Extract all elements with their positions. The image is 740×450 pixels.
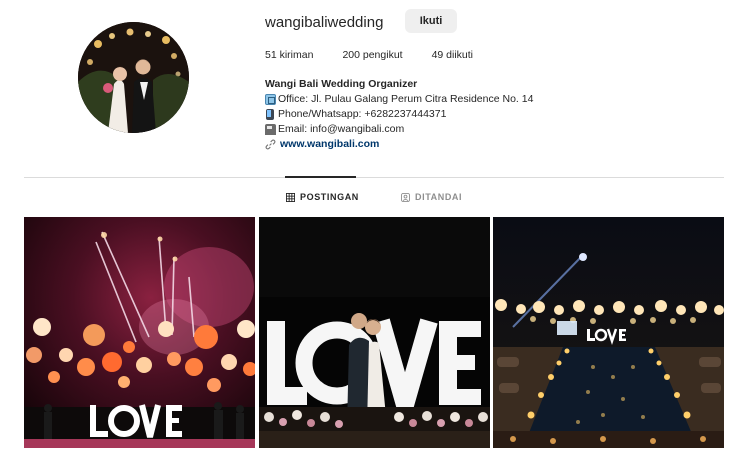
tabs-divider — [24, 177, 724, 178]
profile-avatar[interactable] — [78, 22, 189, 133]
tagged-icon — [401, 192, 410, 202]
bio-office-text: Office: Jl. Pulau Galang Perum Citra Res… — [278, 93, 534, 105]
tab-tagged-label: DITANDAI — [415, 192, 463, 202]
bio-phone-line: Phone/Whatsapp: +6282237444371 — [265, 107, 533, 122]
profile-stats: 51 kiriman 200 pengikut 49 diikuti — [265, 49, 502, 61]
posts-grid — [24, 217, 724, 450]
bio-website-link[interactable]: www.wangibali.com — [265, 137, 533, 152]
bio-phone-text: Phone/Whatsapp: +6282237444371 — [278, 108, 447, 120]
mailbox-emoji-icon — [265, 124, 276, 135]
follow-button[interactable]: Ikuti — [405, 9, 457, 33]
grid-icon — [286, 192, 295, 202]
profile-bio: Wangi Bali Wedding Organizer Office: Jl.… — [265, 77, 533, 152]
profile-username: wangibaliwedding — [265, 14, 384, 31]
posts-count: 51 kiriman — [265, 49, 314, 61]
phone-emoji-icon — [266, 109, 274, 120]
post-thumbnail[interactable] — [493, 217, 724, 448]
wedding-couple-photo — [78, 22, 189, 133]
active-tab-indicator — [285, 176, 356, 178]
post-thumbnail[interactable] — [24, 217, 255, 448]
fireworks-lanterns-image — [24, 217, 255, 448]
profile-tabs: POSTINGAN DITANDAI — [0, 192, 740, 206]
office-emoji-icon — [265, 94, 276, 105]
post-thumbnail[interactable] — [259, 217, 490, 448]
followers-count[interactable]: 200 pengikut — [342, 49, 402, 61]
link-icon — [265, 139, 276, 150]
bio-email-line: Email: info@wangibali.com — [265, 122, 533, 137]
bio-email-text: Email: info@wangibali.com — [278, 123, 405, 135]
poolside-reception-image — [493, 217, 724, 448]
tab-posts[interactable]: POSTINGAN — [286, 192, 359, 202]
bio-website-text[interactable]: www.wangibali.com — [280, 137, 379, 152]
bio-full-name: Wangi Bali Wedding Organizer — [265, 78, 418, 90]
tab-posts-label: POSTINGAN — [300, 192, 359, 202]
couple-love-letters-image — [259, 217, 490, 448]
following-count[interactable]: 49 diikuti — [432, 49, 473, 61]
tab-tagged[interactable]: DITANDAI — [401, 192, 462, 202]
bio-office-line: Office: Jl. Pulau Galang Perum Citra Res… — [265, 92, 533, 107]
